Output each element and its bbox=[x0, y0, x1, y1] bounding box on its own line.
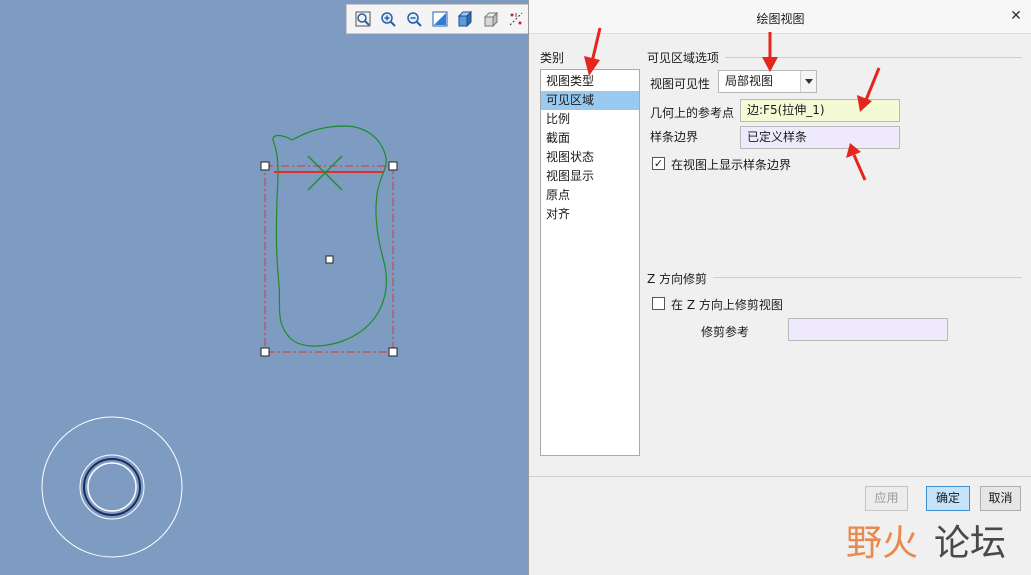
category-item-view-display[interactable]: 视图显示 bbox=[541, 167, 639, 186]
datum-display-icon[interactable] bbox=[504, 7, 528, 31]
view-orientation-ring-3 bbox=[87, 462, 137, 512]
category-item-section[interactable]: 截面 bbox=[541, 129, 639, 148]
clip-reference-field[interactable] bbox=[788, 318, 948, 341]
category-item-scale[interactable]: 比例 bbox=[541, 110, 639, 129]
clip-reference-label: 修剪参考 bbox=[701, 325, 750, 339]
cancel-button[interactable]: 取消 bbox=[980, 486, 1021, 511]
spline-boundary-field[interactable]: 已定义样条 bbox=[740, 126, 900, 149]
visible-area-section-header: 可见区域选项 bbox=[647, 51, 720, 65]
ok-button[interactable]: 确定 bbox=[926, 486, 970, 511]
category-item-visible-area[interactable]: 可见区域 bbox=[541, 91, 639, 110]
zoom-fit-icon[interactable] bbox=[351, 7, 375, 31]
visibility-dropdown[interactable]: 局部视图 bbox=[718, 70, 817, 93]
reference-point-field[interactable]: 边:F5(拉伸_1) bbox=[740, 99, 900, 122]
drawing-view-dialog: 绘图视图 ✕ 类别 视图类型 可见区域 比例 截面 视图状态 视图显示 原点 对… bbox=[528, 0, 1031, 522]
visibility-label: 视图可见性 bbox=[650, 77, 711, 91]
z-clip-divider bbox=[713, 277, 1022, 278]
view-orientation-ring-2 bbox=[83, 458, 141, 516]
zoom-out-icon[interactable] bbox=[402, 7, 426, 31]
drawing-view-graphics bbox=[41, 125, 398, 558]
repaint-icon[interactable] bbox=[428, 7, 452, 31]
show-spline-checkbox-label: 在视图上显示样条边界 bbox=[671, 158, 792, 172]
show-spline-checkbox[interactable]: ✓ bbox=[652, 157, 665, 170]
category-list[interactable]: 视图类型 可见区域 比例 截面 视图状态 视图显示 原点 对齐 bbox=[540, 69, 640, 456]
category-item-view-state[interactable]: 视图状态 bbox=[541, 148, 639, 167]
corner-handle-tl[interactable] bbox=[260, 161, 270, 171]
view-toolbar bbox=[346, 4, 528, 34]
shaded-view-icon[interactable] bbox=[453, 7, 477, 31]
center-handle[interactable] bbox=[325, 255, 334, 264]
z-clip-section-header: Z 方向修剪 bbox=[647, 272, 708, 286]
corner-handle-br[interactable] bbox=[388, 347, 398, 357]
category-item-view-type[interactable]: 视图类型 bbox=[541, 72, 639, 91]
z-clip-checkbox[interactable] bbox=[652, 297, 665, 310]
corner-handle-tr[interactable] bbox=[388, 161, 398, 171]
zoom-in-icon[interactable] bbox=[377, 7, 401, 31]
category-item-origin[interactable]: 原点 bbox=[541, 186, 639, 205]
chevron-down-icon[interactable] bbox=[800, 71, 816, 92]
category-header: 类别 bbox=[540, 51, 565, 65]
close-button[interactable]: ✕ bbox=[1008, 8, 1024, 24]
hidden-line-icon[interactable] bbox=[479, 7, 503, 31]
drawing-canvas[interactable] bbox=[0, 0, 528, 575]
dialog-bottom-strip bbox=[528, 522, 1031, 575]
view-orientation-ring-1 bbox=[79, 454, 145, 520]
dialog-titlebar: 绘图视图 ✕ bbox=[529, 0, 1031, 34]
spline-boundary-outline bbox=[272, 125, 387, 347]
button-area-divider bbox=[529, 476, 1031, 477]
corner-handle-bl[interactable] bbox=[260, 347, 270, 357]
section-divider bbox=[725, 57, 1022, 58]
reference-point-label: 几何上的参考点 bbox=[650, 106, 735, 120]
visibility-value: 局部视图 bbox=[725, 74, 774, 88]
apply-button[interactable]: 应用 bbox=[865, 486, 908, 511]
spline-boundary-label: 样条边界 bbox=[650, 130, 699, 144]
dialog-title: 绘图视图 bbox=[756, 12, 805, 26]
category-item-alignment[interactable]: 对齐 bbox=[541, 205, 639, 224]
z-clip-checkbox-label: 在 Z 方向上修剪视图 bbox=[671, 298, 783, 312]
view-orientation-outer-circle bbox=[41, 416, 183, 558]
